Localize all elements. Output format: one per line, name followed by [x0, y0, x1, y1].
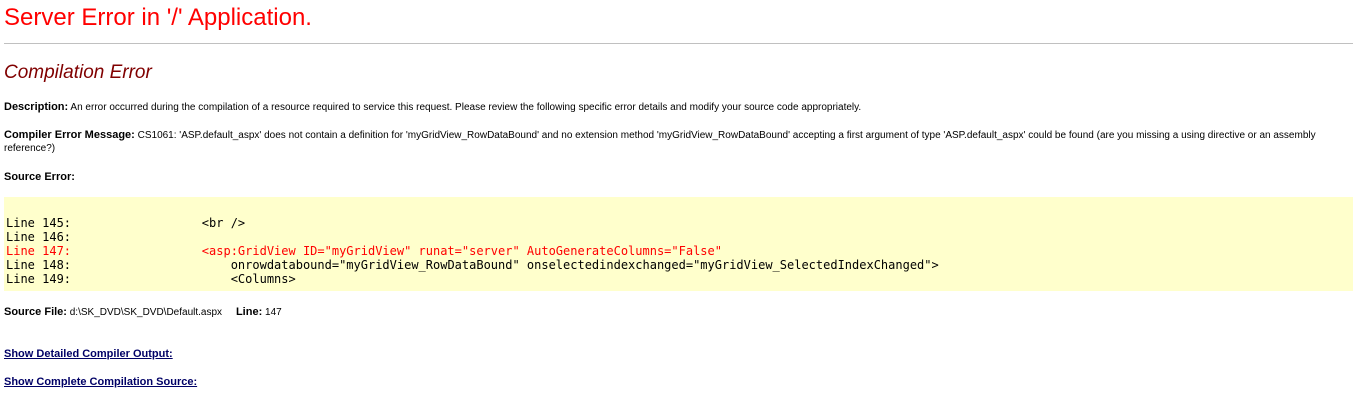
description-section: Description: An error occurred during th… [4, 101, 1344, 114]
source-line-indent [144, 258, 231, 272]
source-line-code: <asp:GridView ID="myGridView" runat="ser… [201, 244, 722, 258]
source-error-label: Source Error: [4, 171, 75, 183]
source-line-number-label: Line 146: [6, 230, 72, 244]
show-compilation-source-link[interactable]: Show Complete Compilation Source: [4, 376, 197, 388]
source-line-indent [144, 244, 202, 258]
source-line: Line 146: [6, 230, 939, 244]
source-line-number-label: Line 149: [6, 272, 72, 286]
source-code-lines: Line 145: <br /> Line 146: Line 147: <asp:… [6, 216, 939, 286]
source-line-indent [144, 272, 231, 286]
source-line-error: Line 147: <asp:GridView ID="myGridView" … [6, 244, 939, 258]
page-title: Server Error in '/' Application. [4, 4, 312, 31]
description-label: Description: [4, 101, 69, 113]
description-text: An error occurred during the compilation… [70, 102, 862, 113]
source-file-section: Source File: d:\SK_DVD\SK_DVD\Default.as… [4, 306, 282, 319]
title-divider [4, 43, 1353, 44]
error-page: Server Error in '/' Application. Compila… [0, 0, 1353, 408]
source-line-number: 147 [265, 307, 282, 318]
source-line-code: onrowdatabound="myGridView_RowDataBound"… [230, 258, 939, 272]
source-code-block: Line 145: <br /> Line 146: Line 147: <asp:… [4, 197, 1353, 291]
source-line: Line 145: <br /> [6, 216, 939, 230]
source-line-label: Line: [235, 306, 263, 318]
source-line-number-label: Line 147: [6, 244, 72, 258]
source-line-indent [144, 216, 202, 230]
source-file-path: d:\SK_DVD\SK_DVD\Default.aspx [69, 307, 223, 318]
source-line: Line 149: <Columns> [6, 272, 939, 286]
compiler-error-section: Compiler Error Message: CS1061: 'ASP.def… [4, 129, 1349, 155]
compiler-error-text: CS1061: 'ASP.default_aspx' does not cont… [4, 130, 1316, 154]
show-compiler-output-link[interactable]: Show Detailed Compiler Output: [4, 348, 173, 360]
source-line-code: <Columns> [230, 272, 296, 286]
source-line-number-label: Line 145: [6, 216, 72, 230]
error-type-heading: Compilation Error [4, 62, 152, 83]
source-line-number-label: Line 148: [6, 258, 72, 272]
source-line-code: <br /> [201, 216, 246, 230]
source-file-label: Source File: [4, 306, 67, 318]
source-line: Line 148: onrowdatabound="myGridView_Row… [6, 258, 939, 272]
source-error-section: Source Error: [4, 171, 75, 184]
compiler-error-label: Compiler Error Message: [4, 129, 135, 141]
